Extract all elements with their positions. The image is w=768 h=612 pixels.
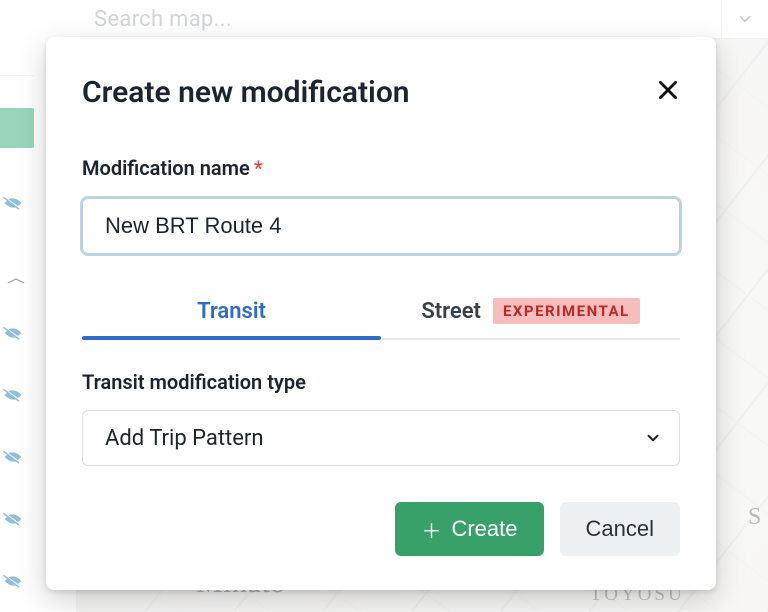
modification-name-label-text: Modification name <box>82 156 250 180</box>
modal-actions: ＋ Create Cancel <box>82 502 680 556</box>
experimental-badge: EXPERIMENTAL <box>493 298 640 324</box>
required-asterisk: * <box>254 156 263 180</box>
create-button-label: Create <box>451 516 517 542</box>
modification-type-label: Transit modification type <box>82 370 680 394</box>
tab-transit[interactable]: Transit <box>82 288 381 338</box>
create-button[interactable]: ＋ Create <box>395 502 543 556</box>
close-button[interactable] <box>650 72 686 108</box>
tab-transit-label: Transit <box>197 299 266 324</box>
modification-type-value: Add Trip Pattern <box>82 410 680 466</box>
modification-name-label: Modification name* <box>82 156 680 180</box>
modification-type-select[interactable]: Add Trip Pattern <box>82 410 680 466</box>
modification-name-input[interactable] <box>82 198 680 254</box>
cancel-button-label: Cancel <box>586 516 654 542</box>
tab-street[interactable]: Street EXPERIMENTAL <box>381 288 680 338</box>
close-icon <box>655 77 681 103</box>
tab-street-label: Street <box>421 299 481 324</box>
modal-title: Create new modification <box>82 75 410 110</box>
cancel-button[interactable]: Cancel <box>560 502 680 556</box>
modification-category-tabs: Transit Street EXPERIMENTAL <box>82 288 680 340</box>
plus-icon: ＋ <box>421 515 441 544</box>
create-modification-modal: Create new modification Modification nam… <box>46 37 716 590</box>
